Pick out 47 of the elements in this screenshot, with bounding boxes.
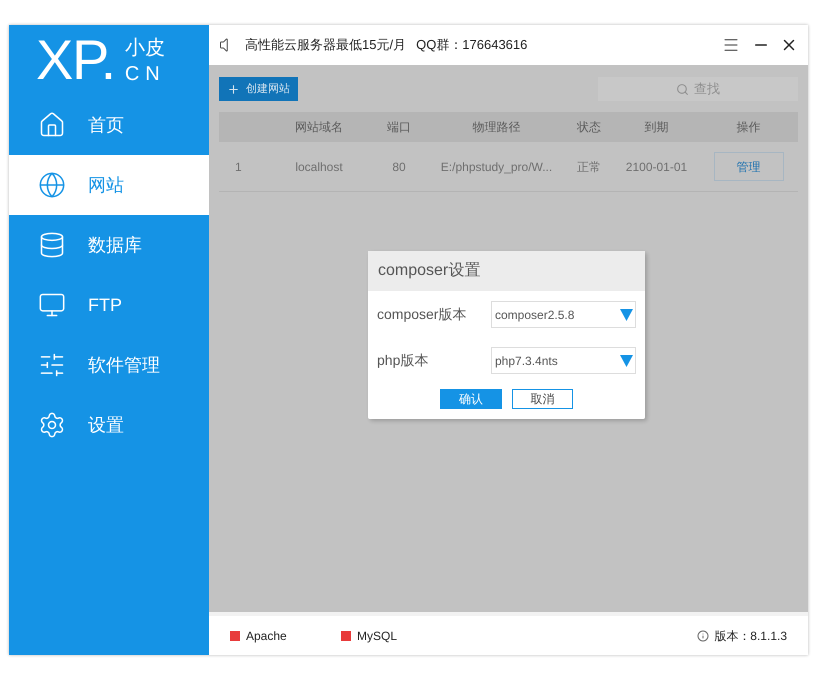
logo-domain: CN bbox=[124, 62, 166, 87]
search-icon bbox=[676, 82, 689, 96]
table-cell-text: 80 bbox=[392, 158, 406, 176]
house-icon bbox=[38, 111, 66, 139]
dropdown-triangle-icon bbox=[620, 354, 633, 367]
globe-icon bbox=[38, 171, 66, 199]
column-header: 操作 bbox=[736, 119, 760, 136]
version-text: 版本：8.1.1.3 bbox=[714, 628, 787, 644]
service-name: Apache bbox=[246, 628, 287, 644]
notice-text: 高性能云服务器最低15元/月 bbox=[245, 36, 406, 54]
table-cell-text: 正常 bbox=[577, 158, 601, 176]
dialog-title: composer设置 bbox=[378, 261, 480, 281]
create-site-button[interactable]: 创建网站 bbox=[219, 77, 298, 101]
field-label: composer版本 bbox=[377, 305, 468, 324]
nav-item[interactable]: 数据库 bbox=[9, 215, 209, 275]
nav-item[interactable]: 设置 bbox=[9, 395, 209, 455]
cancel-button[interactable]: 取消 bbox=[512, 389, 573, 409]
field-label: php版本 bbox=[377, 351, 430, 370]
sliders-icon bbox=[38, 351, 66, 379]
table-cell-text: E:/phpstudy_pro/W... bbox=[440, 158, 552, 176]
version-select[interactable]: composer2.5.8 bbox=[491, 301, 636, 328]
manage-button[interactable]: 管理 bbox=[714, 152, 784, 181]
search-field[interactable]: 查找 bbox=[598, 77, 798, 101]
column-header: 端口 bbox=[387, 119, 411, 136]
nav-item[interactable]: 首页 bbox=[9, 95, 209, 155]
nav-item[interactable]: FTP bbox=[9, 275, 209, 335]
dropdown-triangle-icon bbox=[620, 308, 633, 321]
gear-icon bbox=[38, 411, 66, 439]
version-select[interactable]: php7.3.4nts bbox=[491, 347, 636, 374]
info-icon bbox=[697, 630, 710, 642]
table-cell-text: 2100-01-01 bbox=[626, 158, 688, 176]
column-header: 到期 bbox=[644, 119, 668, 136]
column-header: 物理路径 bbox=[472, 119, 520, 136]
nav-item[interactable]: 网站 bbox=[9, 155, 209, 215]
column-header: 状态 bbox=[577, 119, 601, 136]
column-header: 网站域名 bbox=[295, 119, 343, 136]
service-name: MySQL bbox=[357, 628, 398, 644]
nav-item[interactable]: 软件管理 bbox=[9, 335, 209, 395]
table-cell-text: localhost bbox=[295, 158, 343, 176]
plus-icon bbox=[227, 82, 240, 96]
table-cell-text: 1 bbox=[234, 158, 242, 176]
monitor-icon bbox=[38, 291, 66, 319]
database-icon bbox=[38, 231, 66, 259]
confirm-button[interactable]: 确认 bbox=[440, 389, 502, 409]
logo-name: 小皮 bbox=[124, 36, 165, 61]
logo-mark: XP. bbox=[36, 32, 115, 88]
qq-group-text: QQ群：176643616 bbox=[416, 36, 528, 54]
